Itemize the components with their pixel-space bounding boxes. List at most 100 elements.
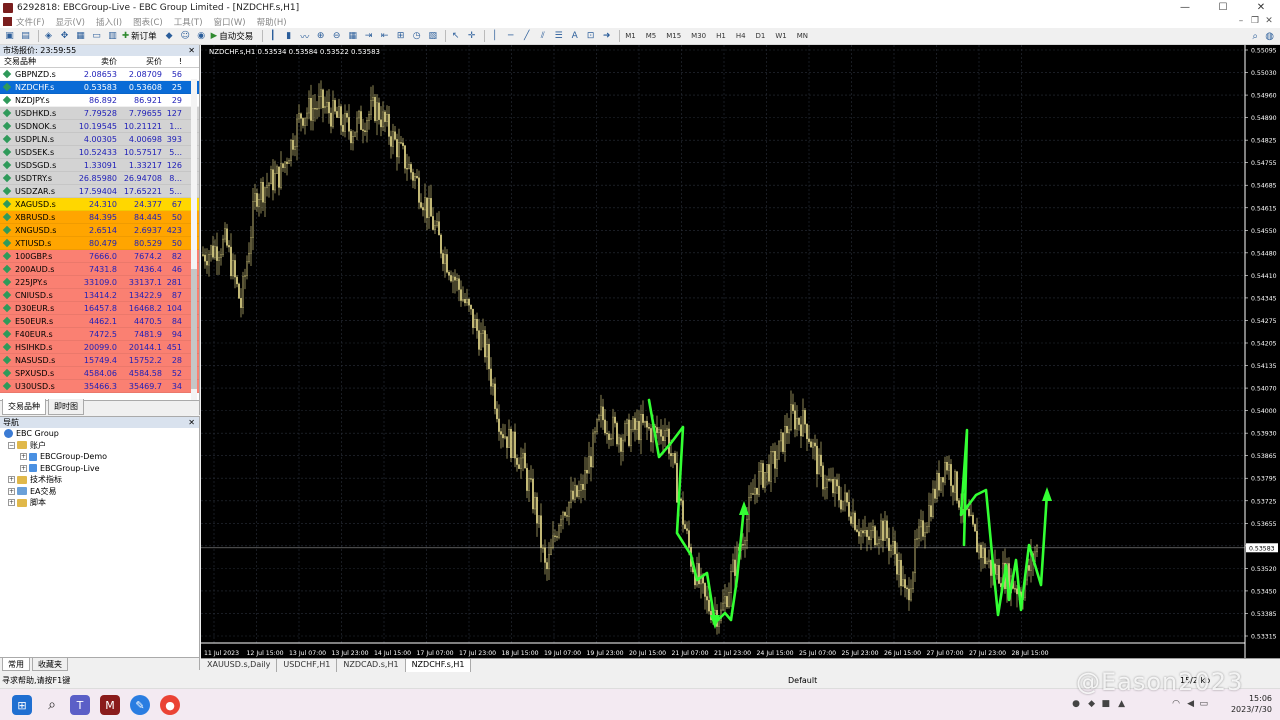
chart-canvas[interactable]: 0.55095 0.55030 0.54960 0.54890 0.54825 0.547…	[201, 45, 1280, 658]
market-watch-icon[interactable]: ◈	[42, 30, 55, 42]
market-row[interactable]: USDTRY.s 26.85980 26.94708 8...	[0, 172, 199, 185]
market-row[interactable]: CNIUSD.s 13414.2 13422.9 87	[0, 289, 199, 302]
tree-experts[interactable]: + EA交易	[0, 486, 199, 498]
col-spread[interactable]: !	[162, 56, 184, 67]
metaeditor-icon[interactable]: ◆	[163, 30, 176, 42]
navigator-icon[interactable]: ▦	[74, 30, 87, 42]
market-row[interactable]: USDZAR.s 17.59404 17.65221 5...	[0, 185, 199, 198]
tray-icon[interactable]: ●	[1072, 699, 1080, 709]
timeframe-h1[interactable]: H1	[714, 31, 728, 41]
market-row[interactable]: D30EUR.s 16457.8 16468.2 104	[0, 302, 199, 315]
chrome-icon[interactable]: ●	[160, 695, 180, 715]
expand-icon[interactable]: +	[20, 453, 27, 461]
bar-chart-icon[interactable]: ┃	[266, 30, 279, 42]
timeframe-w1[interactable]: W1	[773, 31, 788, 41]
market-row[interactable]: GBPNZD.s 2.08653 2.08709 56	[0, 68, 199, 81]
col-bid[interactable]: 卖价	[72, 56, 117, 67]
tree-root[interactable]: EBC Group	[0, 428, 199, 440]
market-row[interactable]: SPXUSD.s 4584.06 4584.58 52	[0, 367, 199, 380]
search-icon[interactable]: ⌕	[1252, 31, 1258, 42]
text-icon[interactable]: A	[568, 30, 581, 42]
menu-tools[interactable]: 工具(T)	[174, 16, 203, 28]
chart-tab-xauusd[interactable]: XAUUSD.s,Daily	[201, 659, 278, 672]
collapse-icon[interactable]: −	[8, 441, 15, 449]
clock[interactable]: 15:06 2023/7/30	[1212, 693, 1272, 715]
col-symbol[interactable]: 交易品种	[0, 56, 72, 67]
market-row[interactable]: F40EUR.s 7472.5 7481.9 94	[0, 328, 199, 341]
periods-icon[interactable]: ◷	[410, 30, 423, 42]
menu-window[interactable]: 窗口(W)	[214, 16, 246, 28]
market-row[interactable]: USDPLN.s 4.00305 4.00698 393	[0, 133, 199, 146]
timeframe-m30[interactable]: M30	[689, 31, 708, 41]
profiles-icon[interactable]: ▤	[19, 30, 32, 42]
auto-scroll-icon[interactable]: ⇥	[362, 30, 375, 42]
chart-tab-usdchf[interactable]: USDCHF,H1	[277, 659, 338, 672]
menu-insert[interactable]: 插入(I)	[96, 16, 122, 28]
market-row[interactable]: XNGUSD.s 2.6514 2.6937 423	[0, 224, 199, 237]
tray-icon[interactable]: ▲	[1118, 699, 1125, 709]
zoom-out-icon[interactable]: ⊖	[330, 30, 343, 42]
market-row[interactable]: 100GBP.s 7666.0 7674.2 82	[0, 250, 199, 263]
market-row[interactable]: HSIHKD.s 20099.0 20144.1 451	[0, 341, 199, 354]
chart-close-icon[interactable]: ✕	[1262, 15, 1276, 28]
battery-icon[interactable]: ▭	[1199, 699, 1208, 709]
templates-icon[interactable]: ▧	[426, 30, 439, 42]
start-icon[interactable]: ⊞	[12, 695, 32, 715]
teams-icon[interactable]: T	[70, 695, 90, 715]
terminal-icon[interactable]: ▭	[90, 30, 103, 42]
new-chart-icon[interactable]: ▣	[3, 30, 16, 42]
new-order-button[interactable]: ✚ 新订单	[122, 30, 157, 42]
zoom-in-icon[interactable]: ⊕	[314, 30, 327, 42]
signals-icon[interactable]: ☺	[179, 30, 192, 42]
timeframe-d1[interactable]: D1	[754, 31, 768, 41]
market-row[interactable]: USDHKD.s 7.79528 7.79655 127	[0, 107, 199, 120]
menu-view[interactable]: 显示(V)	[56, 16, 85, 28]
col-ask[interactable]: 买价	[117, 56, 162, 67]
market-row[interactable]: XBRUSD.s 84.395 84.445 50	[0, 211, 199, 224]
close-icon[interactable]: ✕	[188, 417, 195, 428]
vertical-line-icon[interactable]: │	[488, 30, 501, 42]
market-row[interactable]: XTIUSD.s 80.479 80.529 50	[0, 237, 199, 250]
minimize-button[interactable]: —	[1166, 0, 1204, 15]
expand-icon[interactable]: +	[8, 487, 15, 495]
market-row[interactable]: NZDJPY.s 86.892 86.921 29	[0, 94, 199, 107]
market-row[interactable]: 200AUD.s 7431.8 7436.4 46	[0, 263, 199, 276]
tray-icon[interactable]: ■	[1101, 699, 1110, 709]
tab-favorites[interactable]: 收藏夹	[32, 658, 68, 671]
timeframe-m15[interactable]: M15	[664, 31, 683, 41]
tester-icon[interactable]: ▥	[106, 30, 119, 42]
chart-tab-nzdchf[interactable]: NZDCHF.s,H1	[405, 659, 472, 672]
market-row[interactable]: NZDCHF.s 0.53583 0.53608 25	[0, 81, 199, 94]
menu-charts[interactable]: 图表(C)	[133, 16, 163, 28]
menu-file[interactable]: 文件(F)	[16, 16, 45, 28]
fibonacci-icon[interactable]: ☰	[552, 30, 565, 42]
timeframe-mn[interactable]: MN	[795, 31, 810, 41]
volume-icon[interactable]: ◀	[1187, 699, 1194, 709]
line-chart-icon[interactable]: 〰	[298, 30, 311, 43]
cursor-icon[interactable]: ↖	[449, 30, 462, 42]
horizontal-line-icon[interactable]: ─	[504, 30, 517, 42]
tab-tick-chart[interactable]: 即时图	[48, 399, 84, 415]
auto-trading-button[interactable]: ▶ 自动交易	[211, 30, 254, 42]
app-icon[interactable]: ✎	[130, 695, 150, 715]
candlestick-icon[interactable]: ▮	[282, 30, 295, 42]
market-row[interactable]: USDNOK.s 10.19545 10.21121 1...	[0, 120, 199, 133]
timeframe-m1[interactable]: M1	[623, 31, 638, 41]
tree-account-demo[interactable]: + EBCGroup-Demo	[0, 451, 199, 463]
label-icon[interactable]: ⊡	[584, 30, 597, 42]
scrollbar[interactable]	[191, 79, 197, 439]
arrows-icon[interactable]: ➜	[600, 30, 613, 42]
tree-indicators[interactable]: + 技术指标	[0, 474, 199, 486]
market-icon[interactable]: ◉	[195, 30, 208, 42]
tree-account-live[interactable]: + EBCGroup-Live	[0, 463, 199, 475]
search-icon[interactable]: ⌕	[42, 695, 62, 715]
expand-icon[interactable]: +	[20, 464, 27, 472]
market-row[interactable]: U30USD.s 35466.3 35469.7 34	[0, 380, 199, 393]
tree-scripts[interactable]: + 脚本	[0, 497, 199, 509]
close-icon[interactable]: ✕	[188, 45, 195, 56]
tab-symbols[interactable]: 交易品种	[2, 399, 46, 415]
trendline-icon[interactable]: ╱	[520, 30, 533, 42]
metatrader-icon[interactable]: M	[100, 695, 120, 715]
market-row[interactable]: NASUSD.s 15749.4 15752.2 28	[0, 354, 199, 367]
channel-icon[interactable]: ⫽	[536, 30, 549, 42]
